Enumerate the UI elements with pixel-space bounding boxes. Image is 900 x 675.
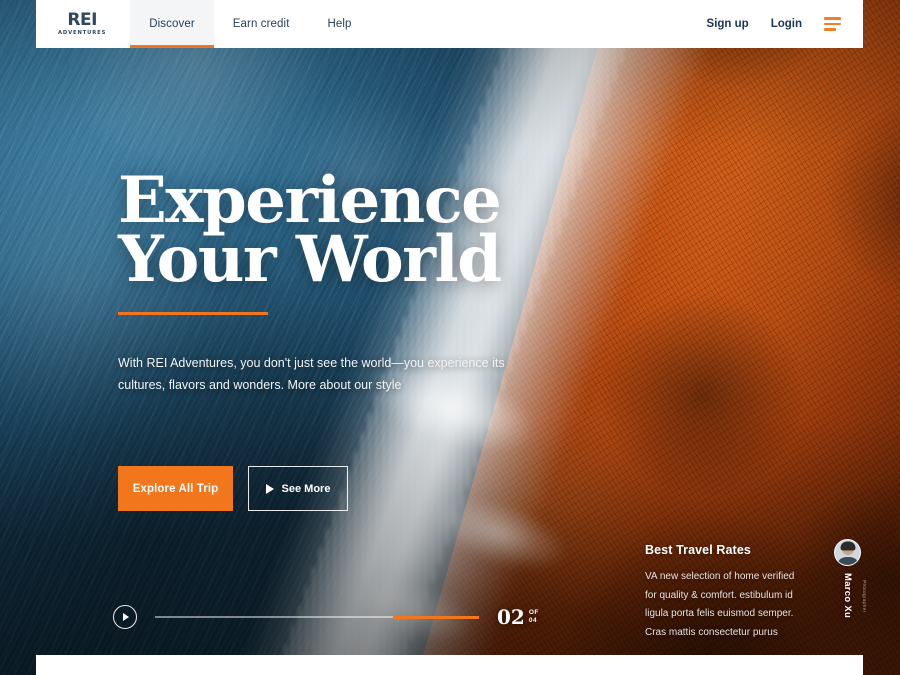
next-section-panel [36,655,863,675]
slideshow-progress-fill [393,615,479,619]
play-icon [123,613,129,621]
nav-item-label: Earn credit [232,18,290,30]
signup-link[interactable]: Sign up [707,18,749,30]
author-name: Marco Xu [842,573,853,619]
login-link[interactable]: Login [771,18,802,30]
logo-mark: REI [67,9,97,30]
hero-title-line-2: Your World [118,221,502,297]
slide-counter: 02 OF 04 [497,607,539,627]
page-root: REI ADVENTURES Discover Earn credit Help… [0,0,900,675]
hero-description: With REI Adventures, you don't just see … [118,355,505,392]
explore-all-trip-button[interactable]: Explore All Trip [118,466,233,511]
nav-item-discover[interactable]: Discover [130,0,214,48]
see-more-button[interactable]: See More [248,466,348,511]
nav-item-help[interactable]: Help [309,0,371,48]
slide-of-label: OF [528,609,539,616]
hero-section: Experience Your World With REI Adventure… [118,169,638,397]
play-icon [265,483,274,494]
author-role: Photographer [862,580,867,613]
info-card-body: VA new selection of home verified for qu… [645,571,795,638]
see-more-label: See More [281,482,331,495]
logo[interactable]: REI ADVENTURES [36,0,130,48]
author-block: Marco Xu Photographer [834,539,867,619]
slide-current: 02 [497,605,525,629]
hamburger-icon[interactable] [824,17,841,31]
info-card: Best Travel Rates VA new selection of ho… [645,539,875,642]
site-header: REI ADVENTURES Discover Earn credit Help… [36,0,863,48]
nav-item-earn-credit[interactable]: Earn credit [214,0,309,48]
primary-nav: Discover Earn credit Help [130,0,370,48]
page-title: Experience Your World [118,169,638,297]
slideshow-progress-track[interactable] [155,615,479,619]
hero-divider [118,311,268,315]
slide-total: 04 [528,617,538,625]
avatar [834,539,861,566]
header-actions: Sign up Login [707,0,863,48]
slideshow-play-button[interactable] [113,605,137,629]
logo-subtitle: ADVENTURES [58,29,107,36]
hero-actions: Explore All Trip See More [118,466,348,511]
nav-item-label: Help [327,18,352,30]
nav-item-label: Discover [149,18,195,30]
slideshow-controls: 02 OF 04 [113,602,543,632]
